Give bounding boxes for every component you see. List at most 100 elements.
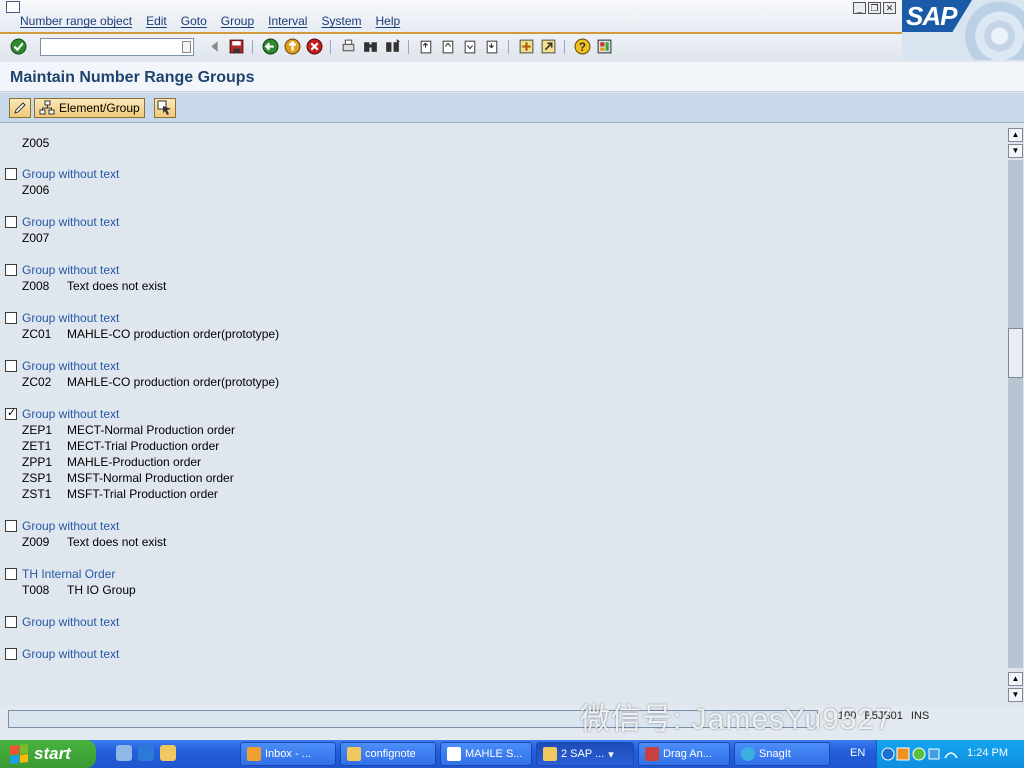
command-history-icon[interactable] [182, 41, 191, 53]
windows-taskbar: start Inbox - ... confignote MAHLE S... … [0, 740, 1024, 768]
list-item: Z009 Text does not exist [22, 535, 166, 549]
element-code: Z005 [22, 136, 50, 150]
save-icon[interactable] [228, 38, 245, 55]
group-label[interactable]: Group without text [22, 519, 119, 533]
task-label: MAHLE S... [465, 748, 523, 760]
element-text: MECT-Trial Production order [67, 439, 220, 453]
group-checkbox[interactable] [5, 568, 17, 580]
toolbar-separator [252, 40, 253, 54]
outlook-icon [247, 747, 261, 761]
pencil-icon [14, 102, 26, 114]
restore-icon[interactable]: ❐ [868, 2, 881, 14]
menu-goto[interactable]: Goto [181, 14, 207, 28]
group-checkbox[interactable] [5, 216, 17, 228]
group-checkbox[interactable] [5, 648, 17, 660]
language-indicator[interactable]: EN [850, 747, 865, 759]
element-group-label: Element/Group [59, 101, 140, 115]
system-menu-icon[interactable] [6, 1, 20, 13]
next-page-icon[interactable] [462, 38, 479, 55]
element-text: TH IO Group [67, 583, 136, 597]
help-icon[interactable]: ? [574, 38, 591, 55]
group-checkbox[interactable] [5, 168, 17, 180]
arrow-left-icon[interactable] [206, 38, 223, 55]
cancel-icon[interactable] [306, 38, 323, 55]
group-label[interactable]: TH Internal Order [22, 567, 115, 581]
element-text: MSFT-Trial Production order [67, 487, 218, 501]
taskbar-item-word[interactable]: MAHLE S... [440, 742, 532, 766]
element-code: ZST1 [22, 487, 52, 501]
menu-system[interactable]: System [321, 14, 361, 28]
group-checkbox[interactable] [5, 312, 17, 324]
scroll-bottom-icon[interactable]: ▼ [1008, 688, 1023, 702]
group-label[interactable]: Group without text [22, 407, 119, 421]
group-label[interactable]: Group without text [22, 647, 119, 661]
scroll-thumb[interactable] [1008, 328, 1023, 378]
list-item: ZET1 MECT-Trial Production order [22, 439, 219, 453]
element-group-button[interactable]: Element/Group [34, 98, 145, 118]
change-button[interactable] [9, 98, 31, 118]
task-label: Inbox - ... [265, 748, 311, 760]
internet-explorer-icon[interactable] [138, 745, 154, 761]
scroll-down-icon[interactable]: ▲ [1008, 672, 1023, 686]
scroll-track[interactable] [1008, 160, 1023, 668]
logo-green [19, 744, 28, 754]
previous-page-icon[interactable] [440, 38, 457, 55]
list-item: Z006 [22, 183, 67, 197]
windows-logo-icon [10, 744, 28, 764]
close-window-icon[interactable]: ✕ [883, 2, 896, 14]
group-list: Z005 Group without text Z006 Group witho… [0, 124, 1006, 706]
find-icon[interactable] [362, 38, 379, 55]
scroll-up-icon[interactable]: ▼ [1008, 144, 1023, 158]
list-item: ZST1 MSFT-Trial Production order [22, 487, 218, 501]
task-label: Drag An... [663, 748, 712, 760]
group-label[interactable]: Group without text [22, 263, 119, 277]
list-item: T008 TH IO Group [22, 583, 136, 597]
taskbar-item-snagit[interactable]: SnagIt [734, 742, 830, 766]
last-page-icon[interactable] [484, 38, 501, 55]
command-field[interactable] [40, 38, 194, 56]
element-text: MAHLE-CO production order(prototype) [67, 375, 280, 389]
element-code: ZC02 [22, 375, 52, 389]
group-label[interactable]: Group without text [22, 167, 119, 181]
enter-icon[interactable] [10, 38, 27, 55]
menu-group[interactable]: Group [221, 14, 254, 28]
exit-icon[interactable] [284, 38, 301, 55]
menu-number-range-object[interactable]: Number range object [20, 14, 132, 28]
shortcut-icon[interactable] [540, 38, 557, 55]
group-label[interactable]: Group without text [22, 311, 119, 325]
group-label[interactable]: Group without text [22, 615, 119, 629]
toolbar-separator [330, 40, 331, 54]
group-label[interactable]: Group without text [22, 359, 119, 373]
group-checkbox[interactable] [5, 520, 17, 532]
clock[interactable]: 1:24 PM [967, 747, 1008, 759]
group-checkbox-checked[interactable] [5, 406, 17, 420]
find-next-icon[interactable] [384, 38, 401, 55]
first-page-icon[interactable] [418, 38, 435, 55]
taskbar-item-inbox[interactable]: Inbox - ... [240, 742, 336, 766]
menu-interval[interactable]: Interval [268, 14, 307, 28]
minimize-icon[interactable]: _ [853, 2, 866, 14]
group-label[interactable]: Group without text [22, 215, 119, 229]
vertical-scrollbar[interactable]: ▲ ▼ ▲ ▼ [1008, 128, 1024, 704]
taskbar-item-sap[interactable]: 2 SAP ... ▾ [536, 742, 634, 766]
group-checkbox[interactable] [5, 616, 17, 628]
back-icon[interactable] [262, 38, 279, 55]
taskbar-item-confignote[interactable]: confignote [340, 742, 436, 766]
group-checkbox[interactable] [5, 264, 17, 276]
create-session-icon[interactable] [518, 38, 535, 55]
start-button[interactable]: start [0, 740, 96, 768]
folder-icon[interactable] [160, 745, 176, 761]
group-checkbox[interactable] [5, 360, 17, 372]
print-icon[interactable] [340, 38, 357, 55]
customize-layout-icon[interactable] [596, 38, 613, 55]
select-button[interactable] [154, 98, 176, 118]
taskbar-item-drag[interactable]: Drag An... [638, 742, 730, 766]
menu-bar: Number range object Edit Goto Group Inte… [0, 0, 1024, 32]
scroll-top-icon[interactable]: ▲ [1008, 128, 1023, 142]
application-toolbar: Element/Group [0, 93, 1024, 123]
menu-edit[interactable]: Edit [146, 14, 167, 28]
element-text: MAHLE-CO production order(prototype) [67, 327, 280, 341]
show-desktop-icon[interactable] [116, 745, 132, 761]
menu-help[interactable]: Help [376, 14, 401, 28]
snagit-icon [741, 747, 755, 761]
